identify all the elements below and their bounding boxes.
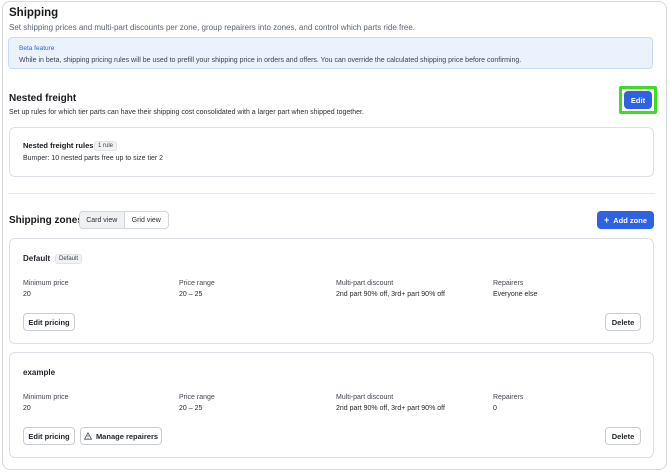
discount-value: 2nd part 90% off, 3rd+ part 90% off — [336, 405, 445, 412]
repairers-label: Repairers — [493, 280, 524, 287]
price-range-label: Price range — [179, 280, 215, 287]
discount-label: Multi-part discount — [336, 394, 394, 401]
zone-card-example: example Minimum price 20 Price range 20 … — [9, 352, 654, 458]
nested-freight-edit-button[interactable]: Edit — [624, 91, 652, 109]
view-toggle: Card view Grid view — [79, 211, 169, 229]
card-view-tab[interactable]: Card view — [80, 212, 125, 228]
nested-freight-subtitle: Set up rules for which tier parts can ha… — [9, 109, 364, 116]
delete-zone-button[interactable]: Delete — [605, 313, 641, 331]
zone-name: Default — [23, 254, 51, 263]
grid-view-tab[interactable]: Grid view — [125, 212, 169, 228]
shipping-zones-title: Shipping zones — [9, 215, 83, 226]
delete-zone-button[interactable]: Delete — [605, 427, 641, 445]
warning-triangle-icon — [83, 432, 92, 440]
nested-rules-title: Nested freight rules — [23, 141, 94, 150]
beta-title: Beta feature — [19, 45, 55, 52]
zone-card-default: Default Default Minimum price 20 Price r… — [9, 238, 654, 344]
min-price-label: Minimum price — [23, 280, 69, 287]
rules-count-badge: 1 rule — [94, 141, 118, 151]
zone-name: example — [23, 368, 56, 377]
plus-icon: + — [603, 214, 610, 225]
add-zone-label: Add zone — [613, 215, 647, 225]
discount-label: Multi-part discount — [336, 280, 394, 287]
beta-text: While in beta, shipping pricing rules wi… — [19, 57, 522, 64]
edit-pricing-button[interactable]: Edit pricing — [23, 427, 75, 445]
repairers-label: Repairers — [493, 394, 524, 401]
min-price-label: Minimum price — [23, 394, 69, 401]
min-price-value: 20 — [23, 291, 31, 298]
section-divider — [8, 193, 655, 194]
nested-freight-rules-card: Nested freight rules 1 rule Bumper: 10 n… — [9, 127, 654, 177]
page-title: Shipping — [9, 7, 59, 19]
price-range-label: Price range — [179, 394, 215, 401]
repairers-value: Everyone else — [493, 291, 538, 298]
min-price-value: 20 — [23, 405, 31, 412]
price-range-value: 20 – 25 — [179, 291, 203, 298]
repairers-value: 0 — [493, 405, 497, 412]
default-badge: Default — [55, 254, 83, 264]
page-subtitle: Set shipping prices and multi-part disco… — [9, 23, 415, 32]
discount-value: 2nd part 90% off, 3rd+ part 90% off — [336, 291, 445, 298]
manage-repairers-button[interactable]: Manage repairers — [80, 427, 162, 445]
add-zone-button[interactable]: + Add zone — [597, 211, 654, 229]
manage-repairers-label: Manage repairers — [95, 431, 159, 441]
beta-notice: Beta feature While in beta, shipping pri… — [8, 37, 653, 69]
edit-pricing-button[interactable]: Edit pricing — [23, 313, 75, 331]
nested-freight-title: Nested freight — [9, 93, 77, 104]
nested-rule-text: Bumper: 10 nested parts free up to size … — [23, 155, 164, 162]
price-range-value: 20 – 25 — [179, 405, 203, 412]
